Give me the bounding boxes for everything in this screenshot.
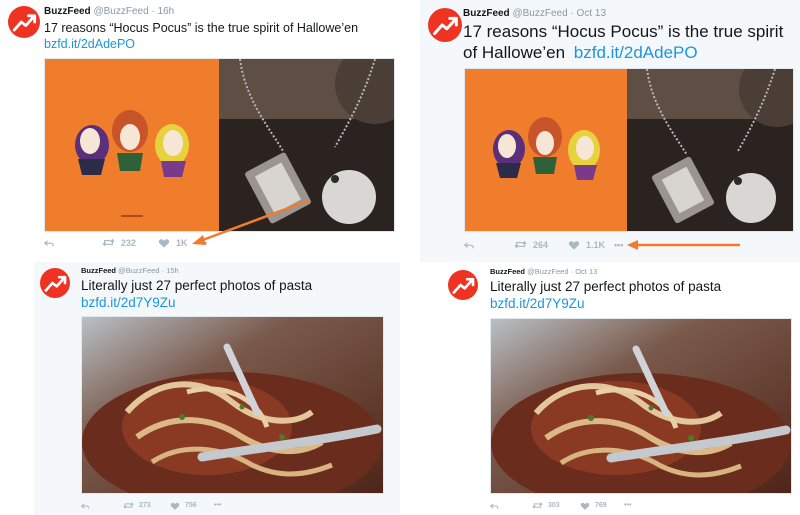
tweet-link[interactable]: bzfd.it/2dAdePO bbox=[574, 43, 698, 62]
account-handle[interactable]: @BuzzFeed bbox=[527, 267, 568, 276]
tweet-text: 17 reasons “Hocus Pocus” is the true spi… bbox=[463, 22, 784, 41]
buzzfeed-logo-icon bbox=[44, 275, 67, 292]
buzzfeed-avatar[interactable] bbox=[448, 270, 478, 300]
separator: · bbox=[161, 266, 165, 275]
separator: · bbox=[570, 8, 574, 19]
more-button[interactable]: ••• bbox=[624, 502, 631, 509]
retweet-count: 273 bbox=[139, 502, 151, 509]
media-image bbox=[45, 59, 394, 231]
reply-icon bbox=[490, 503, 499, 509]
account-name[interactable]: BuzzFeed bbox=[44, 6, 91, 17]
tweet-pasta-before[interactable]: BuzzFeed @BuzzFeed · 15h Literally just … bbox=[34, 262, 400, 515]
reply-button[interactable] bbox=[44, 236, 102, 249]
buzzfeed-logo-icon bbox=[12, 14, 37, 32]
tweet-link[interactable]: bzfd.it/2d7Y9Zu bbox=[490, 295, 585, 312]
tweet-header: BuzzFeed @BuzzFeed · Oct 13 bbox=[463, 8, 606, 20]
tweet-header: BuzzFeed @BuzzFeed · Oct 13 bbox=[490, 267, 597, 277]
retweet-button[interactable]: 264 bbox=[514, 238, 568, 251]
like-count: 769 bbox=[595, 502, 607, 509]
tweet-actions: 273 756 ••• bbox=[81, 500, 221, 511]
tweet-header: BuzzFeed @BuzzFeed · 15h bbox=[81, 266, 179, 276]
tweet-media[interactable] bbox=[490, 318, 792, 494]
like-count: 1.1K bbox=[586, 239, 606, 250]
retweet-icon bbox=[532, 502, 543, 509]
tweet-text: 17 reasons “Hocus Pocus” is the true spi… bbox=[44, 21, 359, 35]
reply-icon bbox=[464, 242, 474, 249]
more-button[interactable]: ••• bbox=[614, 240, 623, 250]
like-icon bbox=[568, 240, 580, 250]
retweet-button[interactable]: 232 bbox=[102, 236, 158, 249]
media-image bbox=[82, 317, 383, 493]
buzzfeed-avatar[interactable] bbox=[428, 8, 462, 42]
tweet-actions: 303 769 ••• bbox=[490, 500, 631, 511]
tweet-text-line-2: of Hallowe’en bzfd.it/2dAdePO bbox=[463, 43, 698, 63]
timestamp[interactable]: 16h bbox=[158, 6, 175, 17]
like-button[interactable]: 1K bbox=[158, 237, 198, 249]
tweet-media[interactable] bbox=[44, 58, 395, 232]
more-button[interactable]: ••• bbox=[214, 502, 221, 509]
retweet-count: 264 bbox=[533, 239, 549, 250]
retweet-icon bbox=[123, 502, 134, 509]
tweet-actions: 232 1K ••• bbox=[44, 236, 207, 249]
buzzfeed-avatar[interactable] bbox=[40, 268, 70, 298]
tweet-actions: 264 1.1K ••• bbox=[464, 238, 623, 251]
separator: · bbox=[151, 6, 155, 17]
tweet-text: Literally just 27 perfect photos of past… bbox=[81, 278, 313, 293]
tweet-pasta-after[interactable]: BuzzFeed @BuzzFeed · Oct 13 Literally ju… bbox=[440, 262, 800, 515]
retweet-icon bbox=[514, 240, 527, 249]
account-name[interactable]: BuzzFeed bbox=[463, 8, 510, 19]
buzzfeed-logo-icon bbox=[433, 16, 458, 36]
like-button[interactable]: 756 bbox=[170, 501, 214, 511]
media-image bbox=[465, 69, 793, 231]
tweet-text-continued: of Hallowe’en bbox=[463, 43, 566, 62]
tweet-hocus-pocus-before[interactable]: BuzzFeed @BuzzFeed · 16h 17 reasons “Hoc… bbox=[0, 0, 410, 262]
timestamp[interactable]: Oct 13 bbox=[575, 267, 597, 276]
tweet-media[interactable] bbox=[81, 316, 384, 494]
reply-icon bbox=[44, 240, 54, 247]
reply-button[interactable] bbox=[464, 238, 514, 251]
buzzfeed-logo-icon bbox=[452, 277, 475, 294]
tweet-link[interactable]: bzfd.it/2d7Y9Zu bbox=[81, 294, 176, 311]
like-icon bbox=[158, 238, 170, 248]
account-handle[interactable]: @BuzzFeed bbox=[93, 6, 148, 17]
like-count: 1K bbox=[176, 237, 188, 248]
account-name[interactable]: BuzzFeed bbox=[81, 266, 116, 275]
like-icon bbox=[580, 502, 590, 510]
like-button[interactable]: 769 bbox=[580, 501, 624, 511]
timestamp[interactable]: Oct 13 bbox=[577, 8, 606, 19]
retweet-button[interactable]: 273 bbox=[123, 500, 170, 511]
like-count: 756 bbox=[185, 502, 197, 509]
separator: · bbox=[570, 267, 574, 276]
like-icon bbox=[170, 502, 180, 510]
timestamp[interactable]: 15h bbox=[166, 266, 179, 275]
retweet-button[interactable]: 303 bbox=[532, 500, 580, 511]
retweet-count: 303 bbox=[548, 502, 560, 509]
media-image bbox=[491, 319, 791, 493]
tweet-text: Literally just 27 perfect photos of past… bbox=[490, 279, 722, 294]
tweet-header: BuzzFeed @BuzzFeed · 16h bbox=[44, 6, 174, 18]
account-name[interactable]: BuzzFeed bbox=[490, 267, 525, 276]
reply-button[interactable] bbox=[81, 500, 123, 511]
like-button[interactable]: 1.1K bbox=[568, 239, 614, 251]
retweet-count: 232 bbox=[121, 237, 137, 248]
retweet-icon bbox=[102, 238, 115, 247]
buzzfeed-avatar[interactable] bbox=[8, 6, 40, 38]
tweet-media[interactable] bbox=[464, 68, 794, 232]
account-handle[interactable]: @BuzzFeed bbox=[512, 8, 567, 19]
tweet-link[interactable]: bzfd.it/2dAdePO bbox=[44, 36, 135, 52]
account-handle[interactable]: @BuzzFeed bbox=[118, 266, 159, 275]
tweet-hocus-pocus-after[interactable]: BuzzFeed @BuzzFeed · Oct 13 17 reasons “… bbox=[420, 0, 800, 262]
reply-icon bbox=[81, 503, 90, 509]
reply-button[interactable] bbox=[490, 500, 532, 511]
more-button[interactable]: ••• bbox=[198, 238, 207, 248]
